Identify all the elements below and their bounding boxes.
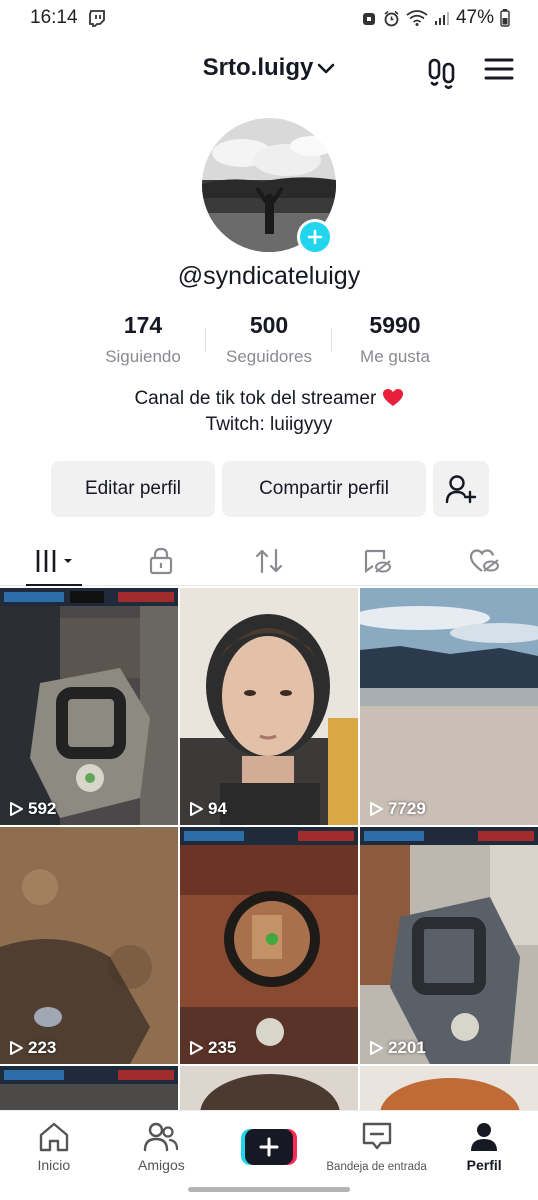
view-count-value: 592 <box>28 799 57 818</box>
video-thumbnail-image <box>0 827 178 1064</box>
tab-private[interactable] <box>108 536 216 585</box>
play-icon <box>10 1041 23 1055</box>
video-thumbnail[interactable]: 592 <box>0 588 178 825</box>
video-thumbnail-image <box>360 1066 538 1114</box>
video-grid: 592 94 7729 223 235 2201 <box>0 588 538 1114</box>
profile-header: Srto.luigy <box>0 48 538 96</box>
video-thumbnail-image <box>360 827 538 1064</box>
plus-icon <box>259 1137 279 1157</box>
add-avatar-button[interactable] <box>297 219 333 255</box>
hidden-heart-icon <box>470 548 500 572</box>
stat-label: Siguiendo <box>105 347 181 366</box>
profile-bio: Canal de tik tok del streamer Twitch: lu… <box>0 386 538 438</box>
video-thumbnail[interactable]: 223 <box>0 827 178 1064</box>
view-count: 592 <box>8 799 56 819</box>
video-thumbnail[interactable] <box>360 1066 538 1114</box>
view-count-value: 235 <box>208 1038 237 1057</box>
lock-icon <box>150 547 173 574</box>
battery-percent: 47% <box>455 7 494 28</box>
home-indicator[interactable] <box>188 1187 350 1192</box>
username: Srto.luigy <box>202 54 314 81</box>
bio-line-2: Twitch: luiigyyy <box>205 414 333 435</box>
view-count: 223 <box>8 1038 56 1058</box>
grid-columns-icon <box>36 549 72 572</box>
nav-home[interactable]: Inicio <box>0 1111 108 1200</box>
inbox-icon <box>362 1122 391 1150</box>
hamburger-menu-icon[interactable] <box>484 56 514 86</box>
heart-emoji-icon <box>382 388 404 409</box>
account-switcher[interactable]: Srto.luigy <box>179 54 359 82</box>
stat-label: Me gusta <box>360 347 430 366</box>
view-count-value: 223 <box>28 1038 57 1057</box>
video-thumbnail[interactable] <box>0 1066 178 1114</box>
tab-saved[interactable] <box>323 536 431 585</box>
stat-value: 500 <box>249 312 289 338</box>
nav-home-label: Inicio <box>37 1157 71 1173</box>
play-icon <box>190 802 203 816</box>
view-count-value: 94 <box>208 799 227 818</box>
play-icon <box>370 1041 383 1055</box>
view-count: 94 <box>188 799 227 819</box>
stat-following[interactable]: 174 Siguiendo <box>80 312 206 367</box>
tab-videos[interactable] <box>0 536 108 586</box>
stat-value: 174 <box>123 312 163 338</box>
view-count-value: 7729 <box>388 799 426 818</box>
video-thumbnail[interactable]: 235 <box>180 827 358 1064</box>
video-thumbnail[interactable]: 94 <box>180 588 358 825</box>
video-thumbnail[interactable]: 2201 <box>360 827 538 1064</box>
view-count: 7729 <box>368 799 426 819</box>
chevron-down-icon <box>317 54 335 82</box>
profile-stats: 174 Siguiendo 500 Seguidores 5990 Me gus… <box>80 312 458 367</box>
nav-profile-label: Perfil <box>466 1157 502 1173</box>
footprints-icon[interactable] <box>426 56 460 90</box>
nav-profile[interactable]: Perfil <box>430 1111 538 1200</box>
wifi-icon <box>406 10 428 26</box>
lock-screen-icon <box>361 10 377 26</box>
view-count-value: 2201 <box>388 1038 426 1057</box>
edit-profile-button[interactable]: Editar perfil <box>51 461 215 517</box>
add-friends-button[interactable] <box>433 461 489 517</box>
friends-icon <box>144 1122 179 1152</box>
view-count: 235 <box>188 1038 236 1058</box>
video-thumbnail-image <box>0 1066 178 1114</box>
create-video-button[interactable] <box>240 1129 297 1165</box>
stat-label: Seguidores <box>225 347 312 366</box>
profile-tabs <box>0 536 538 586</box>
play-icon <box>190 1041 203 1055</box>
profile-icon <box>471 1123 498 1151</box>
plus-icon <box>307 229 323 245</box>
twitch-icon <box>88 9 106 27</box>
video-thumbnail-image <box>180 588 358 825</box>
video-thumbnail[interactable]: 7729 <box>360 588 538 825</box>
profile-actions: Editar perfil Compartir perfil <box>51 461 489 517</box>
add-user-icon <box>445 475 477 504</box>
nav-friends-label: Amigos <box>138 1157 185 1173</box>
video-thumbnail-image <box>180 827 358 1064</box>
view-count: 2201 <box>368 1038 426 1058</box>
create-button-face <box>244 1129 293 1165</box>
video-thumbnail-image <box>360 588 538 825</box>
stat-value: 5990 <box>369 312 421 338</box>
play-icon <box>370 802 383 816</box>
home-icon <box>39 1122 68 1152</box>
stat-likes[interactable]: 5990 Me gusta <box>332 312 458 367</box>
status-time: 16:14 <box>30 7 78 28</box>
bio-line-1: Canal de tik tok del streamer <box>134 388 377 409</box>
video-thumbnail[interactable] <box>180 1066 358 1114</box>
share-profile-button[interactable]: Compartir perfil <box>222 461 426 517</box>
video-thumbnail-image <box>180 1066 358 1114</box>
play-icon <box>10 802 23 816</box>
stat-followers[interactable]: 500 Seguidores <box>206 312 332 367</box>
nav-inbox-label: Bandeja de entrada <box>326 1161 427 1173</box>
profile-handle: @syndicateluigy <box>177 262 361 290</box>
tab-liked[interactable] <box>430 536 538 585</box>
video-thumbnail-image <box>0 588 178 825</box>
battery-icon <box>500 9 510 27</box>
repost-icon <box>255 548 283 573</box>
hidden-bookmark-icon <box>364 549 391 573</box>
signal-icon <box>434 10 450 26</box>
alarm-icon <box>383 10 400 27</box>
tab-reposts[interactable] <box>215 536 323 585</box>
status-bar: 16:14 47% <box>0 0 538 36</box>
